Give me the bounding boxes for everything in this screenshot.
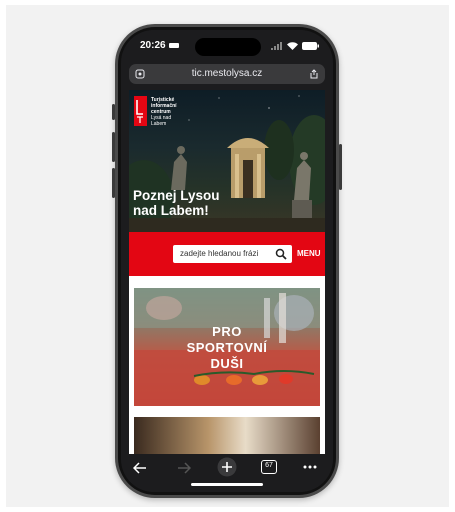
forward-arrow-icon[interactable]: [177, 462, 191, 474]
url-text: tic.mestolysa.cz: [191, 68, 263, 79]
logo-text: Turistické informační centrum Lysá nad L…: [151, 97, 211, 127]
web-content: Turistické informační centrum Lysá nad L…: [129, 90, 325, 454]
status-time: 20:26: [140, 40, 166, 51]
phone-volume-up: [112, 132, 115, 162]
search-icon[interactable]: [275, 248, 287, 260]
logo-line-5: Labem: [151, 121, 167, 127]
status-bar: 20:26: [121, 30, 333, 60]
dynamic-island: [195, 38, 261, 56]
home-indicator[interactable]: [191, 483, 263, 486]
hero-title: Poznej Lysou nad Labem!: [133, 188, 283, 218]
search-bar-strip: zadejte hledanou frázi MENU: [129, 232, 325, 276]
plus-icon[interactable]: [217, 457, 237, 477]
logo-letters-icon: [136, 100, 143, 123]
tabs-count: 67: [265, 462, 273, 469]
card-title: PRO SPORTOVNÍ DUŠI: [134, 324, 320, 372]
share-icon[interactable]: [309, 69, 319, 79]
back-arrow-icon[interactable]: [133, 462, 147, 474]
tabs-icon[interactable]: 67: [261, 460, 277, 474]
battery-icon: [302, 42, 319, 50]
search-placeholder: zadejte hledanou frázi: [180, 249, 259, 258]
card-title-line-1: PRO: [212, 324, 242, 339]
wifi-icon: [287, 42, 298, 50]
second-promo-card[interactable]: [134, 417, 320, 454]
more-icon[interactable]: [303, 465, 317, 469]
cellular-signal-icon: [271, 42, 282, 50]
phone-frame: 20:26 tic.mestolysa.cz Turistické inform…: [112, 24, 342, 498]
bed-icon: [169, 43, 179, 48]
logo-mark[interactable]: [134, 96, 147, 126]
hero-title-line-1: Poznej Lysou: [133, 188, 220, 203]
phone-power-button: [339, 144, 342, 190]
hero-title-line-2: nad Labem!: [133, 203, 209, 218]
phone-action-button: [112, 104, 115, 120]
hero-banner: Turistické informační centrum Lysá nad L…: [129, 90, 325, 232]
address-bar[interactable]: tic.mestolysa.cz: [129, 64, 325, 84]
search-input[interactable]: zadejte hledanou frázi: [173, 245, 292, 263]
phone-volume-down: [112, 168, 115, 198]
phone-screen: 20:26 tic.mestolysa.cz Turistické inform…: [121, 30, 333, 492]
card-title-line-2: SPORTOVNÍ: [186, 340, 268, 355]
card-title-line-3: DUŠI: [210, 356, 244, 371]
sport-promo-card[interactable]: PRO SPORTOVNÍ DUŠI: [134, 288, 320, 406]
menu-button[interactable]: MENU: [297, 249, 321, 258]
browser-toolbar: 67: [121, 454, 333, 492]
